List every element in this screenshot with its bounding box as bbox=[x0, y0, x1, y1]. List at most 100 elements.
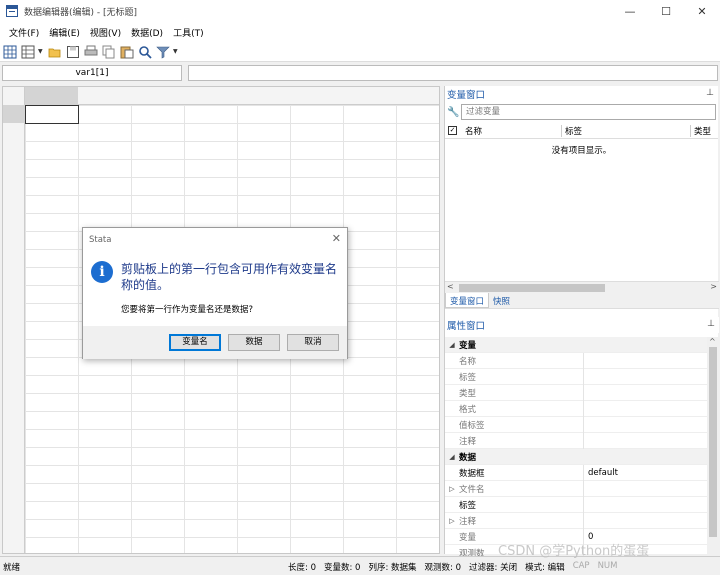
pin-icon[interactable]: ⊥ bbox=[707, 319, 715, 329]
variables-pane-title: 变量窗口 ⊥ bbox=[445, 86, 718, 102]
menu-tools[interactable]: 工具(T) bbox=[168, 26, 209, 39]
menu-file[interactable]: 文件(F) bbox=[4, 26, 44, 39]
status-num: NUM bbox=[597, 561, 618, 571]
cell-reference-box[interactable]: var1[1] bbox=[2, 65, 182, 81]
print-icon[interactable] bbox=[83, 44, 99, 60]
property-key: 标签 bbox=[459, 372, 477, 383]
properties-pane: 属性窗口 ⊥ ◢ 变量 名称 标签 类型 格式 值标签 注释 ◢ 数据 数据框 default ▷ 文件名… bbox=[445, 317, 719, 561]
find-icon[interactable] bbox=[137, 44, 153, 60]
collapse-icon[interactable]: ◢ bbox=[445, 453, 459, 461]
property-key: 标签 bbox=[459, 500, 477, 511]
property-key: 文件名 bbox=[459, 484, 485, 495]
select-all-checkbox[interactable]: ✓ bbox=[448, 126, 457, 135]
property-value[interactable] bbox=[583, 416, 588, 433]
status-obs: 观测数: 0 bbox=[424, 563, 462, 573]
property-key: 名称 bbox=[459, 356, 477, 367]
data-editor-app-icon bbox=[6, 5, 18, 17]
property-value[interactable] bbox=[583, 512, 588, 529]
pin-icon[interactable]: ⊥ bbox=[706, 88, 714, 98]
filter-icon[interactable] bbox=[155, 44, 171, 60]
expand-icon[interactable]: ▷ bbox=[445, 485, 459, 493]
scroll-thumb[interactable] bbox=[459, 284, 605, 292]
data-button[interactable]: 数据 bbox=[228, 334, 280, 351]
close-button[interactable]: ✕ bbox=[684, 0, 720, 22]
property-key: 格式 bbox=[459, 404, 477, 415]
property-key: 值标签 bbox=[459, 420, 485, 431]
dialog-title: Stata bbox=[89, 235, 112, 245]
pane-tabs: 变量窗口 快照 bbox=[445, 293, 719, 309]
property-row[interactable]: 值标签 bbox=[445, 416, 707, 433]
tab-variables[interactable]: 变量窗口 bbox=[445, 293, 490, 308]
paste-icon[interactable] bbox=[119, 44, 135, 60]
save-icon[interactable] bbox=[65, 44, 81, 60]
status-filter: 过滤器: 关闭 bbox=[469, 563, 518, 573]
property-row[interactable]: 注释 bbox=[445, 432, 707, 449]
data-editor-edit-icon[interactable] bbox=[2, 44, 18, 60]
property-row[interactable]: 数据框 default bbox=[445, 464, 707, 481]
maximize-button[interactable]: ☐ bbox=[648, 0, 684, 22]
status-mode: 模式: 编辑 bbox=[525, 563, 565, 573]
dialog-close-icon[interactable]: ✕ bbox=[332, 232, 341, 245]
menu-bar: 文件(F) 编辑(E) 视图(V) 数据(D) 工具(T) bbox=[0, 22, 720, 42]
data-editor-browse-icon[interactable] bbox=[20, 44, 36, 60]
status-ready: 就绪 bbox=[3, 563, 21, 573]
filter-variables-input[interactable] bbox=[461, 104, 716, 120]
window-title: 数据编辑器(编辑) - [无标题] bbox=[24, 7, 138, 18]
tab-snapshots[interactable]: 快照 bbox=[489, 293, 514, 308]
column-header-var1[interactable] bbox=[25, 87, 78, 105]
status-vars: 变量数: 0 bbox=[323, 563, 361, 573]
active-cell[interactable] bbox=[25, 105, 79, 124]
menu-edit[interactable]: 编辑(E) bbox=[44, 26, 85, 39]
property-group[interactable]: ◢ 变量 bbox=[445, 337, 707, 353]
property-value[interactable]: default bbox=[583, 464, 618, 481]
column-label-header[interactable]: 标签 bbox=[561, 125, 582, 137]
chevron-down-icon[interactable]: ▼ bbox=[173, 48, 179, 55]
property-row[interactable]: ▷ 文件名 bbox=[445, 480, 707, 497]
property-row[interactable]: 名称 bbox=[445, 352, 707, 369]
minimize-button[interactable]: — bbox=[612, 0, 648, 22]
property-value[interactable] bbox=[583, 368, 588, 385]
menu-view[interactable]: 视图(V) bbox=[85, 26, 126, 39]
column-name-header[interactable]: 名称 bbox=[465, 125, 482, 137]
properties-pane-title: 属性窗口 ⊥ bbox=[445, 317, 719, 333]
property-group[interactable]: ◢ 数据 bbox=[445, 449, 707, 465]
collapse-icon[interactable]: ◢ bbox=[445, 341, 459, 349]
property-value[interactable] bbox=[583, 496, 588, 513]
menu-data[interactable]: 数据(D) bbox=[126, 26, 168, 39]
property-value[interactable] bbox=[583, 400, 588, 417]
vertical-scrollbar[interactable]: ^ bbox=[707, 337, 719, 554]
property-value[interactable] bbox=[583, 432, 588, 449]
property-key: 数据框 bbox=[459, 468, 485, 479]
varname-button[interactable]: 变量名 bbox=[169, 334, 221, 351]
column-type-header[interactable]: 类型 bbox=[690, 125, 711, 137]
properties-table: ◢ 变量 名称 标签 类型 格式 值标签 注释 ◢ 数据 数据框 default ▷ 文件名 标签 ▷ 注释 变量… bbox=[445, 337, 707, 561]
property-row[interactable]: 类型 bbox=[445, 384, 707, 401]
property-row[interactable]: ▷ 注释 bbox=[445, 512, 707, 529]
property-row[interactable]: 格式 bbox=[445, 400, 707, 417]
info-icon: i bbox=[91, 261, 113, 283]
scroll-up-icon[interactable]: ^ bbox=[709, 337, 716, 346]
copy-icon[interactable] bbox=[101, 44, 117, 60]
status-items: 长度: 0 变量数: 0 列序: 数据集 观测数: 0 过滤器: 关闭 模式: … bbox=[288, 561, 618, 573]
variables-pane-title-text: 变量窗口 bbox=[447, 90, 486, 101]
cell-value-input[interactable] bbox=[188, 65, 718, 81]
property-row[interactable]: 标签 bbox=[445, 496, 707, 513]
cancel-button[interactable]: 取消 bbox=[287, 334, 339, 351]
open-icon[interactable] bbox=[47, 44, 63, 60]
empty-message: 没有项目显示。 bbox=[551, 146, 612, 156]
scroll-right-icon[interactable]: > bbox=[710, 282, 717, 291]
property-value[interactable] bbox=[583, 352, 588, 369]
horizontal-scrollbar[interactable]: < > bbox=[445, 281, 719, 293]
property-value[interactable] bbox=[583, 384, 588, 401]
property-row[interactable]: 标签 bbox=[445, 368, 707, 385]
status-order: 列序: 数据集 bbox=[368, 563, 417, 573]
scroll-left-icon[interactable]: < bbox=[447, 282, 454, 291]
status-length: 长度: 0 bbox=[288, 563, 316, 573]
wrench-icon: 🔧 bbox=[447, 106, 460, 118]
scroll-thumb[interactable] bbox=[709, 347, 717, 537]
cell-bar: var1[1] bbox=[0, 62, 720, 82]
chevron-down-icon[interactable]: ▼ bbox=[38, 48, 44, 55]
property-value[interactable] bbox=[583, 480, 588, 497]
expand-icon[interactable]: ▷ bbox=[445, 517, 459, 525]
row-header-1[interactable] bbox=[3, 105, 25, 123]
